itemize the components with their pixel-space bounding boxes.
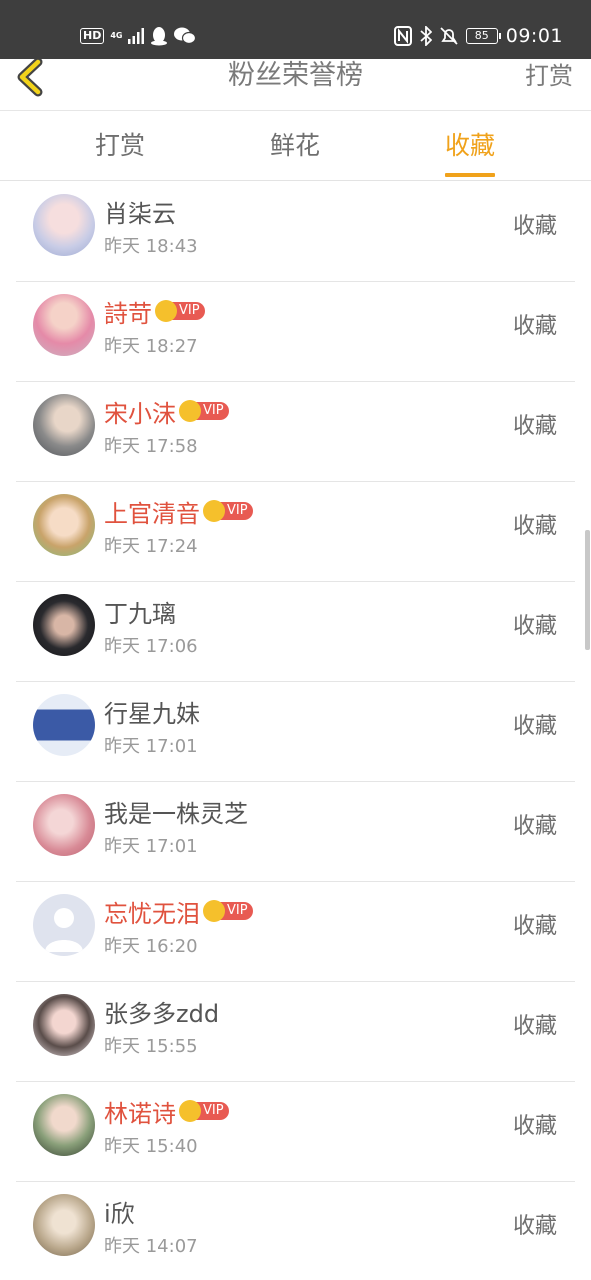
avatar (33, 194, 95, 256)
crown-icon (203, 900, 225, 922)
action-label: 收藏 (512, 214, 557, 239)
vip-badge: VIP (179, 1100, 229, 1122)
action-label: 收藏 (512, 1014, 557, 1039)
vip-badge: VIP (203, 500, 253, 522)
avatar (33, 694, 95, 756)
list-item[interactable]: 我是一株灵芝 昨天 17:01 收藏 (0, 782, 591, 882)
action-label: 收藏 (512, 614, 557, 639)
user-name: 丁九璃 (104, 599, 176, 628)
avatar (33, 494, 95, 556)
avatar (33, 894, 95, 956)
network-type-label: 4G (110, 31, 123, 40)
status-bar: HD 4G 85 09:01 (0, 0, 591, 59)
timestamp: 昨天 15:40 (104, 1136, 198, 1157)
action-label: 收藏 (512, 314, 557, 339)
timestamp: 昨天 14:07 (104, 1236, 198, 1257)
user-name: 我是一株灵芝 (104, 799, 248, 828)
timestamp: 昨天 17:24 (104, 536, 198, 557)
list-item[interactable]: 上官清音 VIP 昨天 17:24 收藏 (0, 482, 591, 582)
default-avatar-icon (45, 908, 83, 952)
list-item[interactable]: 詩苛 VIP 昨天 18:27 收藏 (0, 282, 591, 382)
user-name: 忘忧无泪 (104, 899, 200, 928)
user-name: 詩苛 (104, 299, 152, 328)
user-name: i欣 (104, 1199, 135, 1228)
page-title: 粉丝荣誉榜 (228, 60, 363, 91)
qq-icon (151, 27, 168, 46)
timestamp: 昨天 18:43 (104, 236, 198, 257)
timestamp: 昨天 16:20 (104, 936, 198, 957)
action-label: 收藏 (512, 414, 557, 439)
action-label: 收藏 (512, 514, 557, 539)
tab-favorites[interactable]: 收藏 (444, 111, 496, 181)
nav-bar: 粉丝荣誉榜 打赏 (0, 57, 591, 111)
avatar (33, 394, 95, 456)
timestamp: 昨天 17:06 (104, 636, 198, 657)
crown-icon (179, 400, 201, 422)
tab-bar: 打赏 鲜花 收藏 (0, 111, 591, 181)
timestamp: 昨天 15:55 (104, 1036, 198, 1057)
user-name: 肖柒云 (104, 199, 176, 228)
hd-icon: HD (80, 28, 105, 44)
avatar (33, 1094, 95, 1156)
status-right-icons: 85 09:01 (393, 22, 563, 50)
tab-flowers[interactable]: 鲜花 (270, 111, 320, 181)
user-name: 上官清音 (104, 499, 200, 528)
scrollbar[interactable] (585, 530, 590, 650)
timestamp: 昨天 17:58 (104, 436, 198, 457)
action-label: 收藏 (512, 914, 557, 939)
action-label: 收藏 (512, 1114, 557, 1139)
clock: 09:01 (505, 25, 563, 47)
list-item[interactable]: 肖柒云 昨天 18:43 收藏 (0, 182, 591, 282)
list-item[interactable]: 宋小沫 VIP 昨天 17:58 收藏 (0, 382, 591, 482)
crown-icon (155, 300, 177, 322)
timestamp: 昨天 17:01 (104, 736, 198, 757)
avatar (33, 594, 95, 656)
list-item[interactable]: i欣 昨天 14:07 收藏 (0, 1182, 591, 1280)
status-left-icons: HD 4G (80, 24, 197, 48)
bluetooth-icon (420, 26, 432, 46)
list-item[interactable]: 忘忧无泪 VIP 昨天 16:20 收藏 (0, 882, 591, 982)
action-label: 收藏 (512, 814, 557, 839)
list-item[interactable]: 丁九璃 昨天 17:06 收藏 (0, 582, 591, 682)
mute-bell-icon (440, 27, 458, 45)
vip-badge: VIP (203, 900, 253, 922)
avatar (33, 994, 95, 1056)
vip-badge: VIP (179, 400, 229, 422)
list-item[interactable]: 林诺诗 VIP 昨天 15:40 收藏 (0, 1082, 591, 1182)
fan-list: 肖柒云 昨天 18:43 收藏 詩苛 VIP 昨天 18:27 收藏 宋小沫 V… (0, 182, 591, 1280)
vip-badge: VIP (155, 300, 205, 322)
list-item[interactable]: 行星九妹 昨天 17:01 收藏 (0, 682, 591, 782)
action-label: 收藏 (512, 1214, 557, 1239)
user-name: 张多多zdd (104, 999, 220, 1028)
avatar (33, 1194, 95, 1256)
battery-icon: 85 (465, 28, 501, 44)
crown-icon (203, 500, 225, 522)
tab-active-indicator (444, 173, 496, 177)
timestamp: 昨天 17:01 (104, 836, 198, 857)
user-name: 行星九妹 (104, 699, 200, 728)
action-label: 收藏 (512, 714, 557, 739)
user-name: 林诺诗 (104, 1099, 176, 1128)
timestamp: 昨天 18:27 (104, 336, 198, 357)
nfc-icon (393, 26, 412, 46)
avatar (33, 794, 95, 856)
tip-button[interactable]: 打赏 (525, 59, 573, 93)
crown-icon (179, 1100, 201, 1122)
tab-tips[interactable]: 打赏 (95, 111, 145, 181)
user-name: 宋小沫 (104, 399, 176, 428)
signal-icon (128, 28, 145, 44)
avatar (33, 294, 95, 356)
wechat-icon (174, 27, 197, 45)
list-item[interactable]: 张多多zdd 昨天 15:55 收藏 (0, 982, 591, 1082)
